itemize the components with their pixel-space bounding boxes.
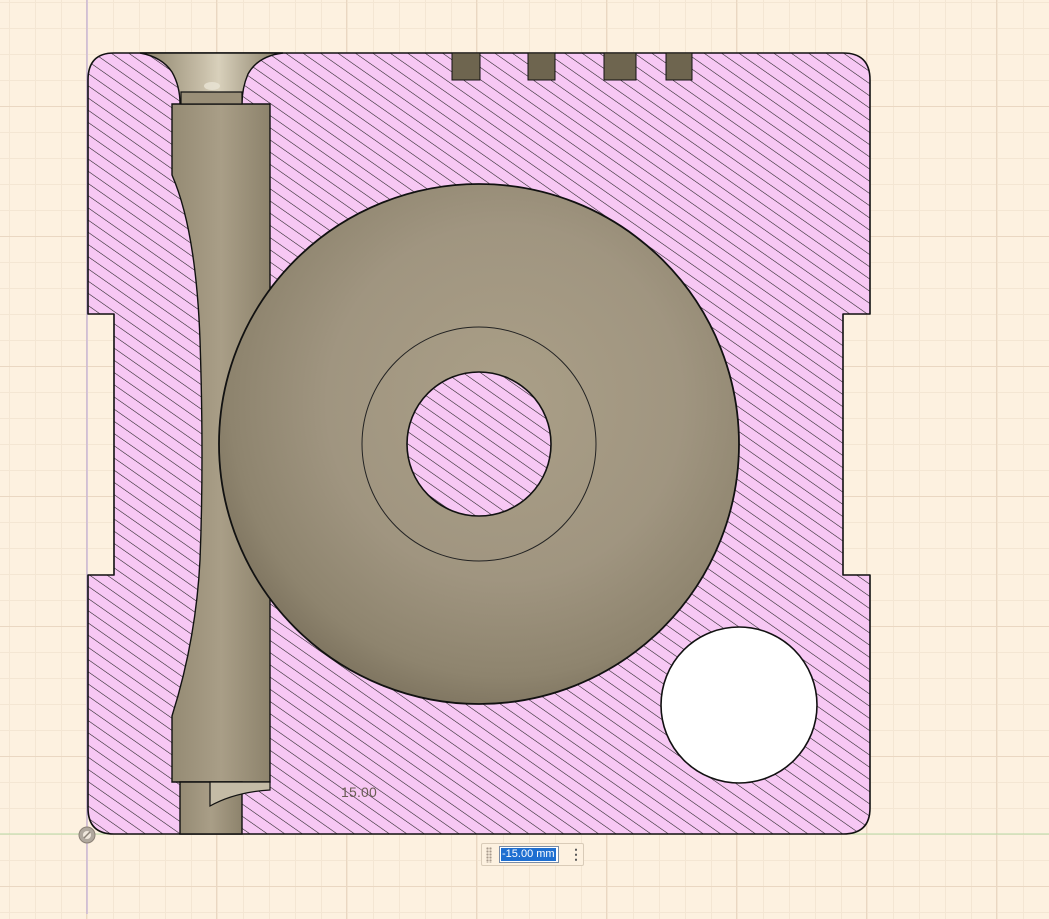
canvas-viewport[interactable] [0, 0, 1049, 914]
dimension-input-box[interactable]: -15.00 mm ⋮ [481, 843, 584, 866]
slot [527, 52, 556, 81]
center-bore [406, 371, 552, 517]
through-hole [660, 626, 818, 784]
sphere-cavity [218, 183, 740, 705]
slot [603, 52, 637, 81]
dimension-label: 15.00 [341, 784, 378, 800]
slot [665, 52, 693, 81]
slot [451, 52, 481, 81]
distance-input-value: -15.00 mm [501, 848, 556, 861]
drag-handle-icon[interactable] [486, 847, 492, 863]
origin-pivot-icon [78, 826, 96, 844]
vertical-ellipsis-icon[interactable]: ⋮ [569, 846, 583, 864]
